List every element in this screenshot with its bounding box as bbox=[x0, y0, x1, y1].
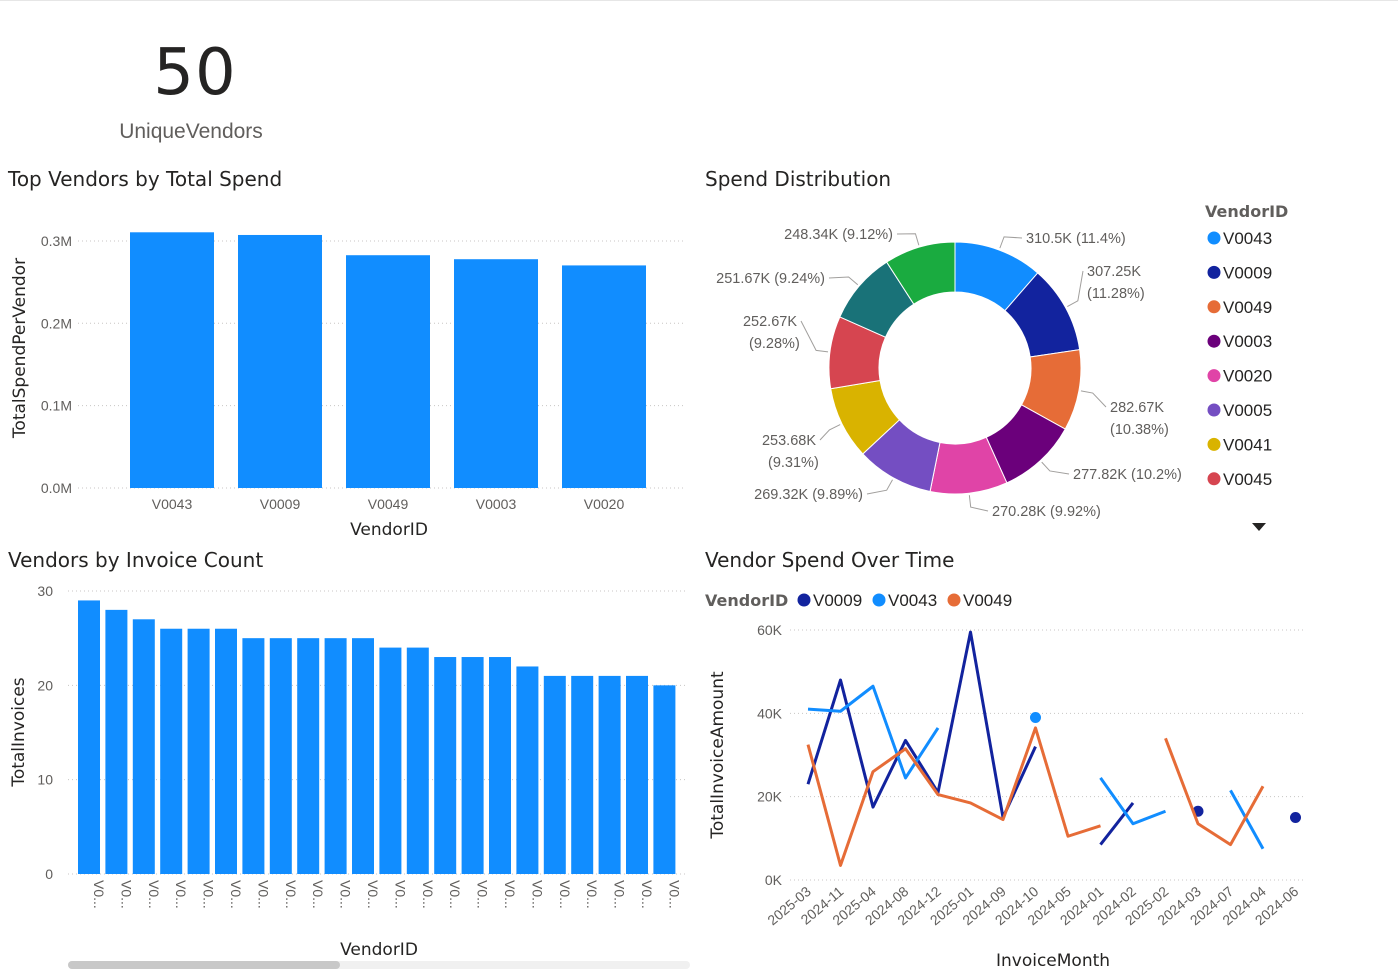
series-line-v0043 bbox=[1229, 789, 1265, 850]
series-point-v0043 bbox=[1030, 712, 1041, 723]
legend-marker-icon bbox=[872, 593, 886, 607]
series-line-v0043 bbox=[1099, 777, 1167, 826]
series-line-v0043 bbox=[807, 684, 940, 780]
legend-item: V0009 bbox=[813, 591, 862, 610]
y-tick-label: 0K bbox=[765, 872, 783, 888]
spend-over-time-line-chart[interactable]: 0K20K40K60K2025-032024-112025-042024-082… bbox=[0, 0, 1398, 975]
y-tick-label: 20K bbox=[757, 789, 783, 805]
y-tick-label: 40K bbox=[757, 705, 783, 721]
legend-marker-icon bbox=[797, 593, 811, 607]
series-line-v0009 bbox=[806, 630, 1037, 819]
y-axis-title: TotalInvoiceAmount bbox=[708, 671, 728, 840]
y-tick-label: 60K bbox=[757, 622, 783, 638]
legend-item: V0043 bbox=[888, 591, 937, 610]
series-point-v0009 bbox=[1290, 812, 1301, 823]
x-axis-title: InvoiceMonth bbox=[996, 951, 1110, 971]
legend-marker-icon bbox=[947, 593, 961, 607]
chart-scrollbar-thumb[interactable] bbox=[68, 961, 340, 969]
legend-title: VendorID bbox=[705, 591, 788, 610]
series-line-v0009 bbox=[1099, 801, 1135, 846]
legend-item: V0049 bbox=[963, 591, 1012, 610]
series-line-v0049 bbox=[1164, 737, 1265, 847]
legend-more-arrow-icon[interactable] bbox=[1252, 523, 1266, 531]
